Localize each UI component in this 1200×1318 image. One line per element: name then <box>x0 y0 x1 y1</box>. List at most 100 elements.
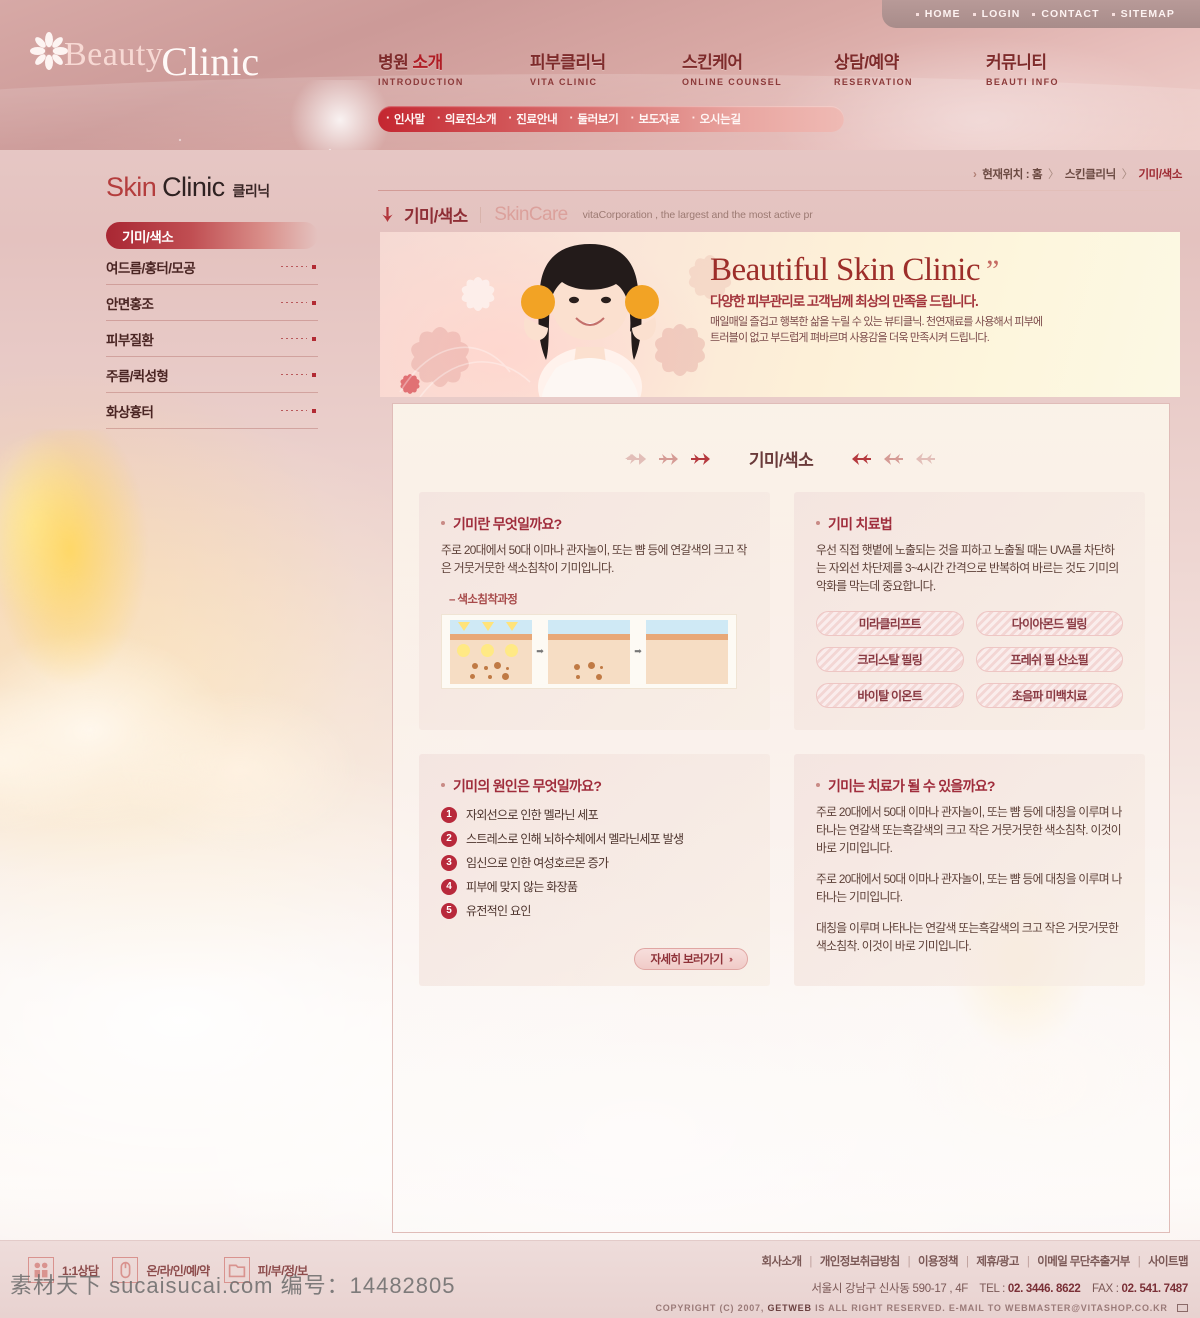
sidebar-item-acne[interactable]: 여드름/홍터/모공 <box>106 249 318 285</box>
card-body: 주로 20대에서 50대 이마나 관자놀이, 또는 뺨 등에 연갈색의 크고 작… <box>441 543 747 575</box>
sidebar-item-label: 여드름/홍터/모공 <box>106 260 196 276</box>
treatment-button-crystal-peeling[interactable]: 크리스탈 필링 <box>816 647 964 672</box>
down-arrow-icon <box>382 207 393 222</box>
sidebar-item-marker <box>281 336 316 341</box>
watermark: 素材天下 sucaisucai.com 编号：14482805 <box>10 1273 456 1298</box>
footer-link-sitemap[interactable]: 사이트맵 <box>1148 1256 1189 1268</box>
footer-tel-label: TEL : <box>979 1283 1005 1295</box>
chevron-right-icon: ›› <box>729 954 733 964</box>
main-navigation: 병원 소개 INTRODUCTION 피부클리닉 VITA CLINIC 스킨케… <box>378 52 1138 87</box>
subnav-item-tour[interactable]: 둘러보기 <box>567 110 628 127</box>
nav-item-introduction[interactable]: 병원 소개 INTRODUCTION <box>378 52 530 87</box>
page-title-subtext: vitaCorporation , the largest and the mo… <box>582 208 813 221</box>
nav-label-ko: 피부클리닉 <box>530 53 606 72</box>
footer-link-email-reject[interactable]: 이메일 무단추출거부 <box>1037 1256 1130 1268</box>
footer-info: 회사소개 | 개인정보취급방침 | 이용정책 | 제휴/광고 | 이메일 무단추출거부 | 사이트맵… <box>655 1253 1188 1313</box>
footer-copyright: COPYRIGHT (C) 2007, GETWEB IS ALL RIGHT … <box>655 1303 1188 1313</box>
arrow-ornament-icon <box>658 452 678 465</box>
copyright-prefix: COPYRIGHT (C) 2007, <box>655 1303 765 1313</box>
sidebar-item-marker <box>281 408 316 413</box>
page-root: BeautyClinic HOME LOGIN CONTACT SITEMAP … <box>0 0 1200 1318</box>
footer-link-ads[interactable]: 제휴/광고 <box>976 1256 1019 1268</box>
utility-nav-login[interactable]: LOGIN <box>970 8 1030 20</box>
treatment-button-miracle-lift[interactable]: 미라클리프트 <box>816 611 964 636</box>
subnav-item-doctors[interactable]: 의료진소개 <box>435 110 506 127</box>
footer-link-privacy[interactable]: 개인정보취급방침 <box>820 1256 900 1268</box>
list-item-label: 피부에 맞지 않는 화장품 <box>466 880 578 894</box>
page-title-row: 기미/색소 SkinCare vitaCorporation , the lar… <box>380 202 813 227</box>
nav-item-reservation[interactable]: 상담/예약 RESERVATION <box>834 52 986 87</box>
page-title: 기미/색소 <box>404 207 468 226</box>
copyright-suffix: IS ALL RIGHT RESERVED. E-MAIL TO WEBMAST… <box>815 1303 1168 1313</box>
list-item-label: 자외선으로 인한 멜라닌 세포 <box>466 808 599 822</box>
subnav-item-greeting[interactable]: 인사말 <box>384 110 435 127</box>
arrow-ornament-icon <box>852 452 872 465</box>
nav-label-en: VITA CLINIC <box>530 77 598 87</box>
ornament-left <box>624 452 711 466</box>
sidebar-item-marker <box>281 372 316 377</box>
treatment-button-fresh-peel-oxygen[interactable]: 프레쉬 필 산소필 <box>975 647 1123 672</box>
nav-label-ko-highlight: 소개 <box>412 53 444 72</box>
hero-copy: Beautiful Skin Clinic” 다양한 피부관리로 고객님께 최상… <box>710 252 1170 346</box>
site-header: BeautyClinic HOME LOGIN CONTACT SITEMAP … <box>0 0 1200 150</box>
model-photo <box>521 244 659 397</box>
breadcrumb-section[interactable]: 스킨클리닉 <box>1065 169 1116 181</box>
sidebar-item-label: 주름/퀵성형 <box>106 368 169 384</box>
subnav-item-directions[interactable]: 오시는길 <box>690 110 751 127</box>
nav-label-en: ONLINE COUNSEL <box>682 77 783 87</box>
site-logo[interactable]: BeautyClinic <box>30 28 259 84</box>
sidebar-item-skin-disease[interactable]: 피부질환 <box>106 321 318 357</box>
treatment-button-diamond-peeling[interactable]: 다이아몬드 필링 <box>975 611 1123 636</box>
breadcrumb-home[interactable]: 홈 <box>1032 169 1043 181</box>
hero-banner: Beautiful Skin Clinic” 다양한 피부관리로 고객님께 최상… <box>380 232 1180 397</box>
section-title: 기미/색소 <box>748 451 814 470</box>
footer-link-terms[interactable]: 이용정책 <box>918 1256 959 1268</box>
sidebar-item-marker <box>281 264 316 269</box>
footer-fax: 02. 541. 7487 <box>1121 1283 1189 1295</box>
flower-icon <box>30 32 68 70</box>
title-divider <box>480 206 482 223</box>
list-item: 3 임신으로 인한 여성호르몬 증가 <box>441 854 748 871</box>
sidebar-item-wrinkle[interactable]: 주름/퀵성형 <box>106 357 318 393</box>
hero-quote-mark: ” <box>985 254 999 287</box>
footer-link-company[interactable]: 회사소개 <box>762 1256 803 1268</box>
sidebar-item-burn-scar[interactable]: 화상흉터 <box>106 393 318 429</box>
main-content: › 현재위치 : 홈 〉 스킨클리닉 〉 기미/색소 기미/색소 SkinCar… <box>370 150 1200 1240</box>
card-treatment-methods: 기미 치료법 우선 직접 햇볕에 노출되는 것을 피하고 노출될 때는 UVA를… <box>794 492 1145 730</box>
nav-label-ko: 커뮤니티 <box>986 53 1047 72</box>
diagram-stage-2 <box>547 619 630 684</box>
breadcrumb-divider <box>378 190 1180 191</box>
sidebar-menu: 기미/색소 여드름/홍터/모공 안면홍조 피부질환 주름/퀵성형 화상흉터 <box>106 222 318 429</box>
card-what-is-melasma: 기미란 무엇일까요? 주로 20대에서 50대 이마나 관자놀이, 또는 뺨 등… <box>419 492 770 730</box>
subnav-item-guide[interactable]: 진료안내 <box>506 110 567 127</box>
sparkle-decoration <box>60 120 380 150</box>
view-more-button[interactable]: 자세히 보러가기 ›› <box>633 948 748 970</box>
view-more-label: 자세히 보러가기 <box>650 954 724 966</box>
ornament-right <box>851 452 937 466</box>
sub-navigation: 인사말 의료진소개 진료안내 둘러보기 보도자료 오시는길 <box>378 106 844 132</box>
list-item: 2 스트레스로 인해 뇌하수체에서 멜라닌세포 발생 <box>441 830 748 847</box>
sidebar-item-facial-flushing[interactable]: 안면홍조 <box>106 285 318 321</box>
utility-nav-home[interactable]: HOME <box>913 8 970 20</box>
breadcrumb: › 현재위치 : 홈 〉 스킨클리닉 〉 기미/색소 <box>973 169 1182 181</box>
sidebar-title-clinic: Clinic <box>162 172 225 202</box>
card-sub-label: – 색소침착과정 <box>449 594 518 606</box>
utility-nav-sitemap[interactable]: SITEMAP <box>1109 8 1184 20</box>
nav-item-vita-clinic[interactable]: 피부클리닉 VITA CLINIC <box>530 52 682 87</box>
diagram-arrow-icon: ➡ <box>536 646 544 656</box>
diagram-stage-1 <box>450 619 532 684</box>
treatment-button-ultrasonic-whitening[interactable]: 초음파 미백치료 <box>975 683 1123 708</box>
treatment-button-vital-iont[interactable]: 바이탈 이온트 <box>816 683 964 708</box>
breadcrumb-lead: 현재위치 : <box>982 169 1030 181</box>
nav-item-beauti-info[interactable]: 커뮤니티 BEAUTI INFO <box>986 52 1138 87</box>
nav-item-online-counsel[interactable]: 스킨케어 ONLINE COUNSEL <box>682 52 834 87</box>
mail-icon[interactable] <box>1177 1304 1188 1312</box>
subnav-item-press[interactable]: 보도자료 <box>629 110 690 127</box>
card-paragraph-2: 주로 20대에서 50대 이마나 관자놀이, 또는 뺨 등에 대칭을 이루며 나… <box>816 872 1122 904</box>
footer-links: 회사소개 | 개인정보취급방침 | 이용정책 | 제휴/광고 | 이메일 무단추출거부 | 사이트맵 <box>761 1256 1189 1268</box>
sidebar-item-pigmentation[interactable]: 기미/색소 <box>106 222 318 249</box>
hero-body-line-1: 매일매일 즐겁고 행복한 삶을 누릴 수 있는 뷰티클닉. 천연재료를 사용해서… <box>710 316 1043 328</box>
sidebar-title-ko: 클리닉 <box>232 183 271 199</box>
utility-nav: HOME LOGIN CONTACT SITEMAP <box>882 0 1200 28</box>
utility-nav-contact[interactable]: CONTACT <box>1029 8 1108 20</box>
